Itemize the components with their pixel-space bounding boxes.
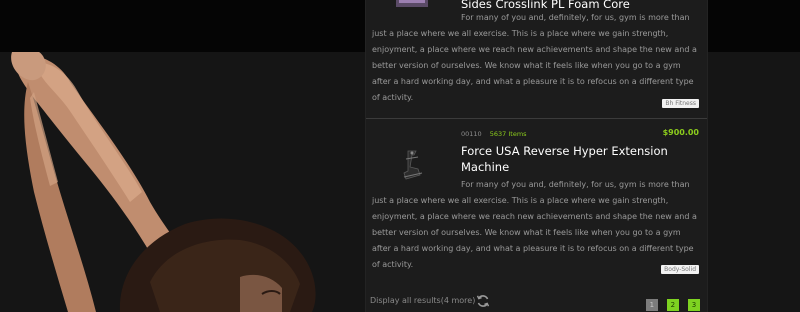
brand-tag[interactable]: Bh Fitness bbox=[662, 99, 699, 108]
search-results-panel: Sides Crosslink PL Foam Core For many of… bbox=[365, 0, 708, 312]
result-description: For many of you and, definitely, for us,… bbox=[372, 180, 697, 269]
result-item[interactable]: Sides Crosslink PL Foam Core For many of… bbox=[366, 0, 707, 117]
stock-count: 5637 Items bbox=[489, 130, 527, 138]
hero-photo bbox=[0, 52, 365, 312]
price: $900.00 bbox=[662, 128, 699, 137]
refresh-icon[interactable] bbox=[476, 293, 490, 307]
result-meta: 00110 5637 Items bbox=[461, 130, 527, 138]
display-all-link[interactable]: Display all results(4 more) bbox=[370, 296, 475, 305]
result-title[interactable]: Force USA Reverse Hyper Extension Machin… bbox=[461, 143, 697, 175]
product-image[interactable] bbox=[396, 0, 428, 7]
pagination: 1 2 3 bbox=[642, 292, 700, 311]
page-2-button[interactable]: 2 bbox=[666, 299, 679, 311]
brand-tag[interactable]: Body-Solid bbox=[661, 265, 699, 274]
result-item[interactable]: 00110 5637 Items $900.00 Force USA Rever… bbox=[366, 119, 707, 283]
page-1-button[interactable]: 1 bbox=[645, 299, 658, 311]
page-3-button[interactable]: 3 bbox=[688, 299, 700, 311]
results-footer: Display all results(4 more) 1 2 3 bbox=[366, 283, 707, 312]
result-description: For many of you and, definitely, for us,… bbox=[372, 13, 697, 102]
product-code: 00110 bbox=[461, 130, 482, 138]
